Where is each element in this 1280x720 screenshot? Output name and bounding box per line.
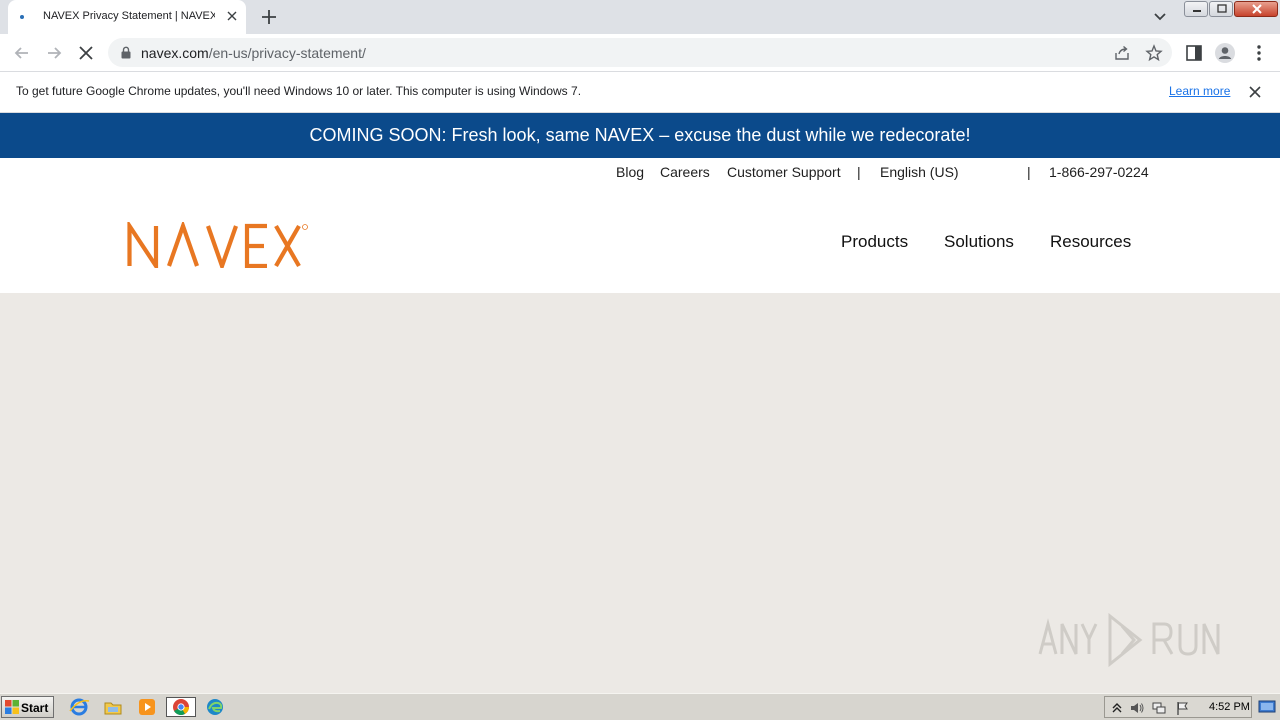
customer-support-link[interactable]: Customer Support: [727, 164, 841, 180]
site-header: Blog Careers Customer Support | English …: [0, 158, 1280, 293]
address-bar[interactable]: navex.com/en-us/privacy-statement/: [108, 38, 1172, 67]
system-tray: 4:52 PM: [1104, 696, 1252, 718]
resources-menu[interactable]: Resources: [1050, 232, 1131, 252]
internet-explorer-icon[interactable]: [68, 697, 90, 717]
careers-link[interactable]: Careers: [660, 164, 710, 180]
bookmark-star-icon[interactable]: [1145, 44, 1163, 62]
close-tab-icon[interactable]: [224, 8, 240, 24]
window-close-button[interactable]: [1234, 1, 1278, 17]
windows-taskbar: Start 4:52 PM: [0, 693, 1280, 720]
show-desktop-icon[interactable]: [1258, 699, 1276, 715]
chrome-taskbar-button[interactable]: [166, 697, 196, 717]
announcement-banner: COMING SOON: Fresh look, same NAVEX – ex…: [0, 113, 1280, 158]
update-infobar: To get future Google Chrome updates, you…: [0, 72, 1280, 113]
start-label: Start: [21, 701, 49, 715]
start-button[interactable]: Start: [1, 696, 54, 718]
nav-divider: |: [857, 164, 861, 180]
navex-logo[interactable]: [127, 222, 309, 268]
lock-icon[interactable]: [120, 46, 132, 59]
solutions-menu[interactable]: Solutions: [944, 232, 1014, 252]
favicon-icon: [20, 15, 24, 19]
url-path: /en-us/privacy-statement/: [208, 45, 366, 61]
tab-title: NAVEX Privacy Statement | NAVEX: [43, 10, 215, 22]
more-menu-icon[interactable]: [1248, 42, 1270, 64]
network-icon[interactable]: [1151, 700, 1167, 716]
forward-arrow-icon[interactable]: [43, 42, 65, 64]
url-text[interactable]: navex.com/en-us/privacy-statement/: [141, 45, 366, 61]
browser-tab-active[interactable]: NAVEX Privacy Statement | NAVEX: [8, 0, 246, 34]
language-selector[interactable]: English (US): [880, 164, 959, 180]
close-icon[interactable]: [1247, 84, 1263, 100]
products-menu[interactable]: Products: [841, 232, 908, 252]
url-host: navex.com: [141, 45, 209, 61]
chrome-icon: [173, 699, 189, 715]
chevron-down-icon[interactable]: [1150, 8, 1170, 26]
tab-strip: NAVEX Privacy Statement | NAVEX: [0, 0, 1280, 34]
share-icon[interactable]: [1113, 44, 1131, 62]
blog-link[interactable]: Blog: [616, 164, 644, 180]
file-explorer-icon[interactable]: [102, 697, 124, 717]
stop-loading-icon[interactable]: [75, 42, 97, 64]
profile-avatar-icon[interactable]: [1214, 42, 1236, 64]
restore-button[interactable]: [1209, 1, 1233, 17]
taskbar-clock[interactable]: 4:52 PM: [1209, 701, 1250, 713]
edge-icon[interactable]: [204, 697, 226, 717]
back-arrow-icon[interactable]: [11, 42, 33, 64]
volume-icon[interactable]: [1129, 700, 1145, 716]
nav-divider: |: [1027, 164, 1031, 180]
side-panel-icon[interactable]: [1183, 42, 1205, 64]
phone-link[interactable]: 1-866-297-0224: [1049, 164, 1149, 180]
browser-toolbar: navex.com/en-us/privacy-statement/: [0, 34, 1280, 72]
action-center-flag-icon[interactable]: [1175, 700, 1191, 716]
new-tab-icon[interactable]: [258, 6, 280, 28]
tray-expand-icon[interactable]: [1109, 700, 1125, 716]
windows-logo-icon: [5, 700, 19, 714]
infobar-message: To get future Google Chrome updates, you…: [16, 84, 582, 98]
minimize-button[interactable]: [1184, 1, 1208, 17]
anyrun-watermark: [1038, 612, 1220, 668]
media-player-icon[interactable]: [136, 697, 158, 717]
learn-more-link[interactable]: Learn more: [1169, 84, 1230, 98]
